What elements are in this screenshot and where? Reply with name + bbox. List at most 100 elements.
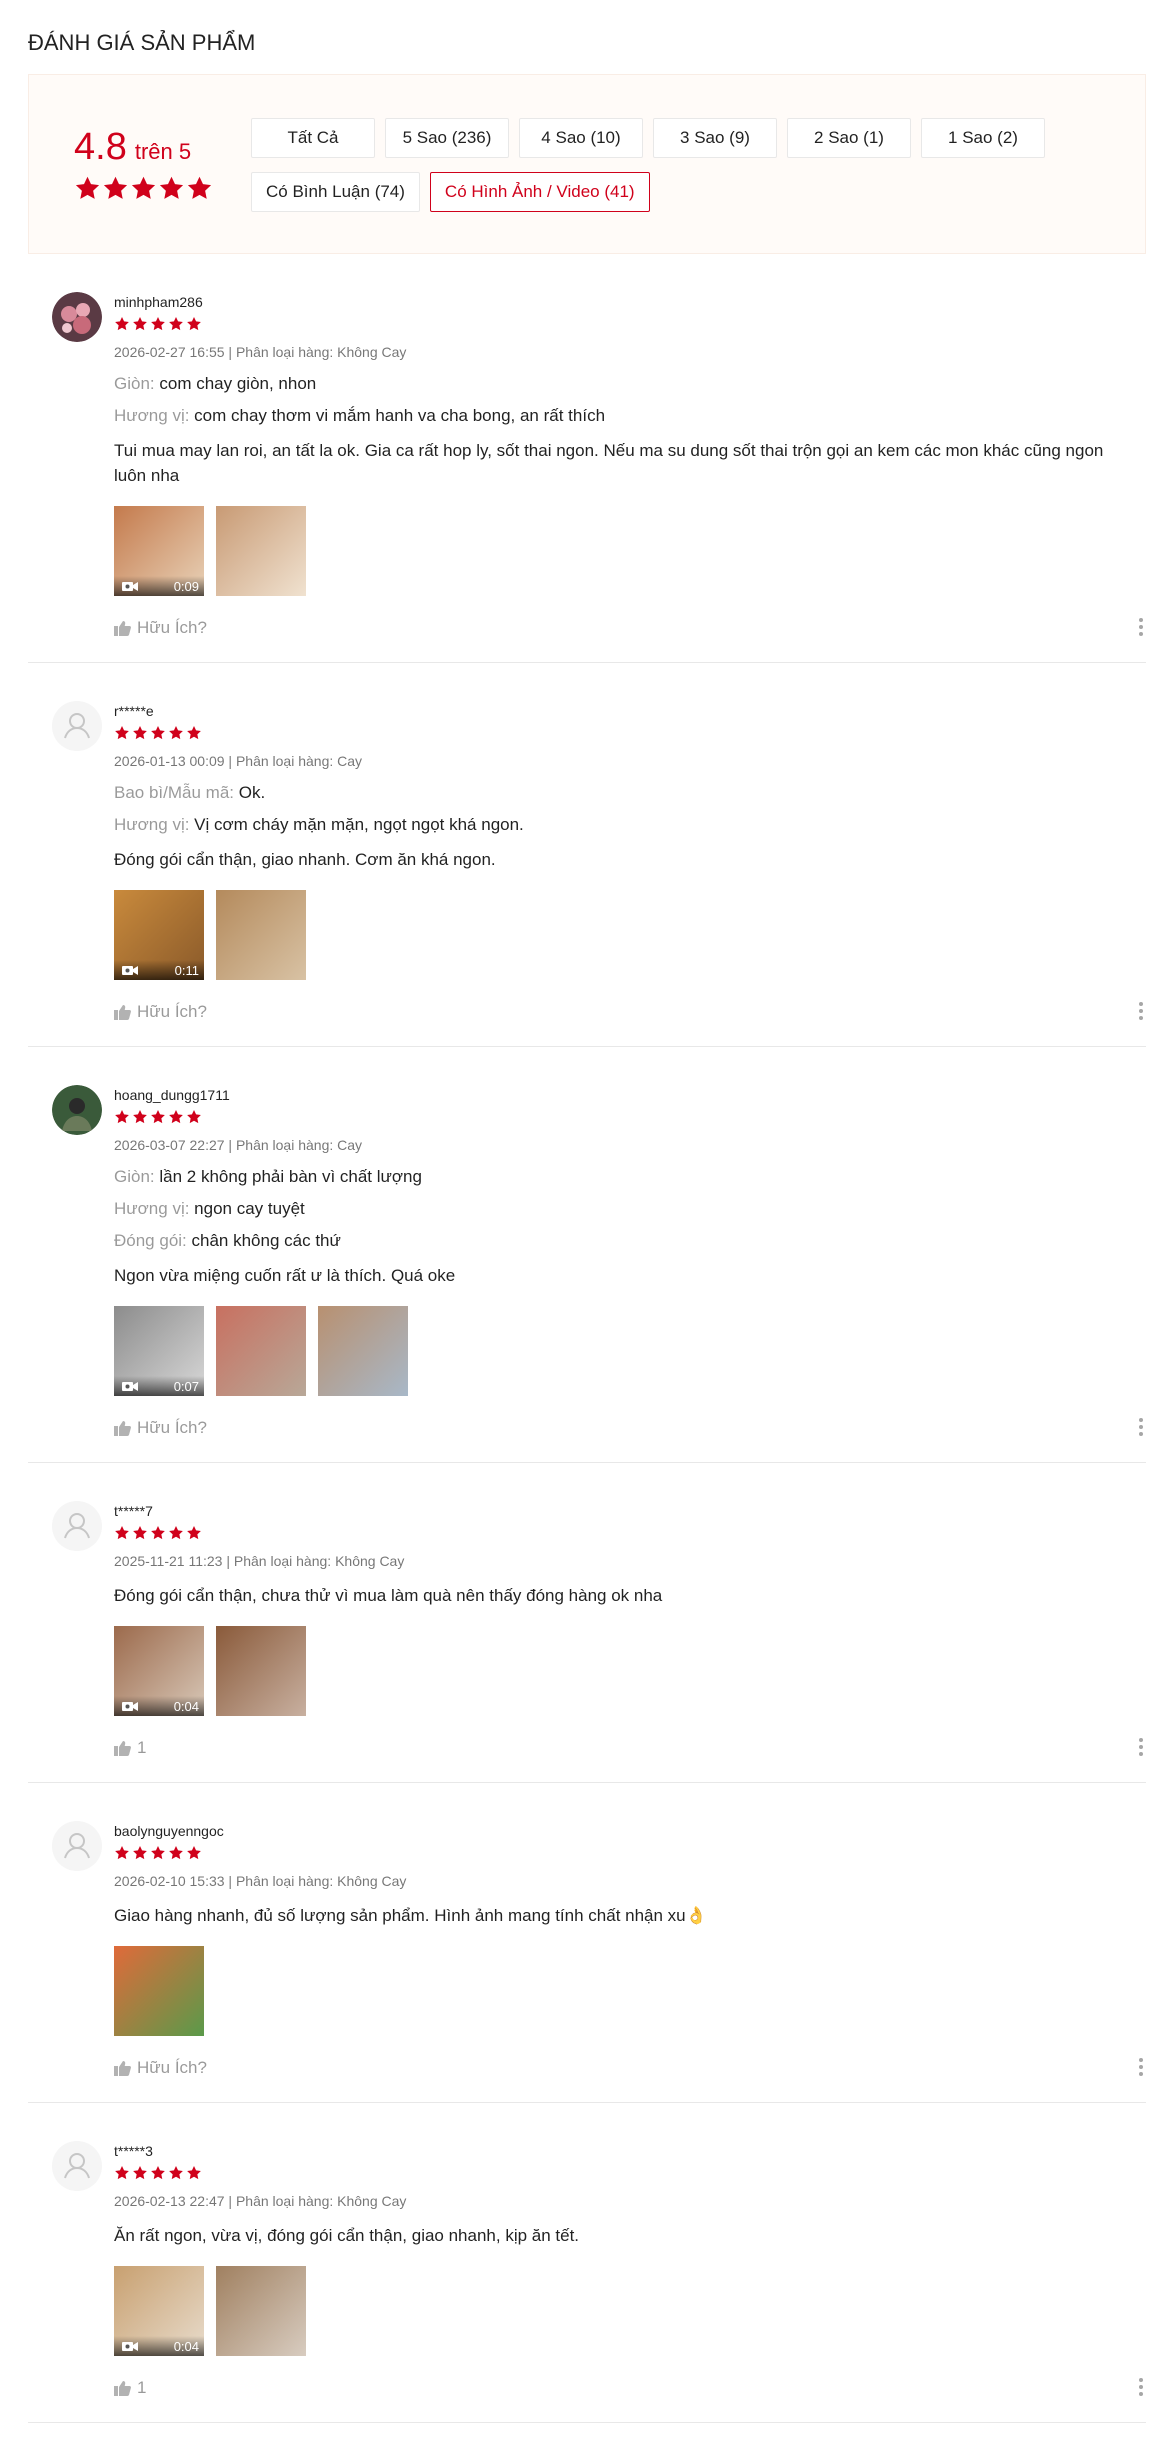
star-icon (151, 1526, 165, 1540)
star-icon (169, 1846, 183, 1860)
star-icon (133, 1846, 147, 1860)
helpful-button[interactable]: Hữu Ích? (114, 1418, 1146, 1438)
reviewer-name[interactable]: minhpham286 (114, 294, 1146, 310)
star-icon (115, 1846, 129, 1860)
star-icon (151, 317, 165, 331)
star-icon (187, 317, 201, 331)
review-video-thumbnail[interactable]: 0:04 (114, 2266, 204, 2356)
review-video-thumbnail[interactable]: 0:11 (114, 890, 204, 980)
review-stars (114, 725, 1146, 741)
video-camera-icon (122, 1701, 138, 1711)
helpful-button[interactable]: 1 (114, 2378, 1146, 2398)
video-duration: 0:04 (173, 2338, 199, 2354)
review-attribute: Hương vị: com chay thơm vi mắm hanh va c… (114, 406, 1146, 426)
star-icon (151, 726, 165, 740)
review-video-thumbnail[interactable]: 0:07 (114, 1306, 204, 1396)
default-avatar-icon (52, 701, 102, 751)
star-icon (187, 176, 212, 199)
attribute-label: Đóng gói: (114, 1231, 187, 1250)
helpful-label: 1 (137, 1738, 147, 1757)
helpful-button[interactable]: Hữu Ích? (114, 2058, 1146, 2078)
video-duration: 0:09 (173, 578, 199, 594)
attribute-label: Giòn: (114, 374, 155, 393)
more-options-icon[interactable] (1136, 1416, 1146, 1438)
star-icon (103, 176, 128, 199)
review-image-thumbnail[interactable] (216, 2266, 306, 2356)
star-icon (169, 2166, 183, 2180)
reviewer-name[interactable]: t*****3 (114, 2143, 1146, 2159)
review-image-thumbnail[interactable] (216, 506, 306, 596)
avatar[interactable] (52, 292, 102, 342)
star-icon (187, 1110, 201, 1124)
rating-filter-button[interactable]: 2 Sao (1) (787, 118, 911, 158)
review-meta: 2026-02-13 22:47 | Phân loại hàng: Không… (114, 2193, 407, 2209)
review-video-thumbnail[interactable]: 0:04 (114, 1626, 204, 1716)
more-options-icon[interactable] (1136, 2056, 1146, 2078)
review-image-thumbnail[interactable] (318, 1306, 408, 1396)
review-item: t*****3 2026-02-13 22:47 | Phân loại hàng… (28, 2103, 1146, 2423)
video-camera-icon (122, 965, 138, 975)
reviewer-name[interactable]: hoang_dungg1711 (114, 1087, 1146, 1103)
avatar[interactable] (52, 2141, 102, 2191)
reviewer-name[interactable]: t*****7 (114, 1503, 1146, 1519)
thumbs-up-icon (114, 1005, 131, 1020)
avatar[interactable] (52, 1501, 102, 1551)
video-overlay: 0:04 (114, 1696, 204, 1716)
rating-filter-button[interactable]: 4 Sao (10) (519, 118, 643, 158)
rating-score: 4.8 trên 5 (65, 75, 251, 253)
more-options-icon[interactable] (1136, 1000, 1146, 1022)
rating-filter-button[interactable]: 5 Sao (236) (385, 118, 509, 158)
more-options-icon[interactable] (1136, 2376, 1146, 2398)
rating-filter-button[interactable]: Tất Cả (251, 118, 375, 158)
review-stars (114, 1109, 1146, 1125)
helpful-button[interactable]: Hữu Ích? (114, 1002, 1146, 1022)
review-media: 0:11 (114, 890, 1146, 980)
attribute-label: Hương vị: (114, 815, 190, 834)
star-icon (187, 726, 201, 740)
star-icon (169, 1526, 183, 1540)
helpful-button[interactable]: Hữu Ích? (114, 618, 1146, 638)
star-icon (187, 1846, 201, 1860)
avatar[interactable] (52, 1085, 102, 1135)
star-icon (133, 1110, 147, 1124)
reviewer-name[interactable]: r*****e (114, 703, 1146, 719)
more-options-icon[interactable] (1136, 616, 1146, 638)
review-video-thumbnail[interactable]: 0:09 (114, 506, 204, 596)
review-image-thumbnail[interactable] (216, 1306, 306, 1396)
review-attribute: Hương vị: ngon cay tuyệt (114, 1199, 1146, 1219)
review-stars (114, 1525, 1146, 1541)
review-image-thumbnail[interactable] (216, 1626, 306, 1716)
review-media (114, 1946, 1146, 2036)
reviewer-name[interactable]: baolynguyenngoc (114, 1823, 1146, 1839)
product-reviews: ĐÁNH GIÁ SẢN PHẨM 4.8 trên 5 Tất Cả 5 Sao… (0, 0, 1160, 2423)
rating-filter-button[interactable]: Có Bình Luận (74) (251, 172, 420, 212)
attribute-label: Giòn: (114, 1167, 155, 1186)
star-icon (115, 726, 129, 740)
video-duration: 0:11 (174, 962, 199, 978)
thumbs-up-icon (114, 1421, 131, 1436)
helpful-label: Hữu Ích? (137, 1418, 207, 1437)
review-attribute: Bao bì/Mẫu mã: Ok. (114, 783, 1146, 803)
review-attribute: Đóng gói: chân không các thứ (114, 1231, 1146, 1251)
review-image-thumbnail[interactable] (114, 1946, 204, 2036)
star-icon (115, 1110, 129, 1124)
attribute-value: chân không các thứ (191, 1231, 341, 1250)
video-overlay: 0:09 (114, 576, 204, 596)
helpful-label: 1 (137, 2378, 147, 2397)
rating-filter-button[interactable]: Có Hình Ảnh / Video (41) (429, 172, 650, 212)
avatar[interactable] (52, 1821, 102, 1871)
video-overlay: 0:04 (114, 2336, 204, 2356)
star-icon (75, 176, 100, 199)
rating-filter-button[interactable]: 1 Sao (2) (921, 118, 1045, 158)
review-image-thumbnail[interactable] (216, 890, 306, 980)
review-attribute: Hương vị: Vị cơm cháy mặn mặn, ngọt ngọt… (114, 815, 1146, 835)
helpful-button[interactable]: 1 (114, 1738, 1146, 1758)
more-options-icon[interactable] (1136, 1736, 1146, 1758)
rating-filter-button[interactable]: 3 Sao (9) (653, 118, 777, 158)
avatar[interactable] (52, 701, 102, 751)
default-avatar-icon (52, 1821, 102, 1871)
review-comment: Đóng gói cẩn thận, chưa thử vì mua làm q… (114, 1586, 663, 1605)
review-stars (114, 316, 1146, 332)
star-icon (151, 1846, 165, 1860)
video-camera-icon (122, 2341, 138, 2351)
